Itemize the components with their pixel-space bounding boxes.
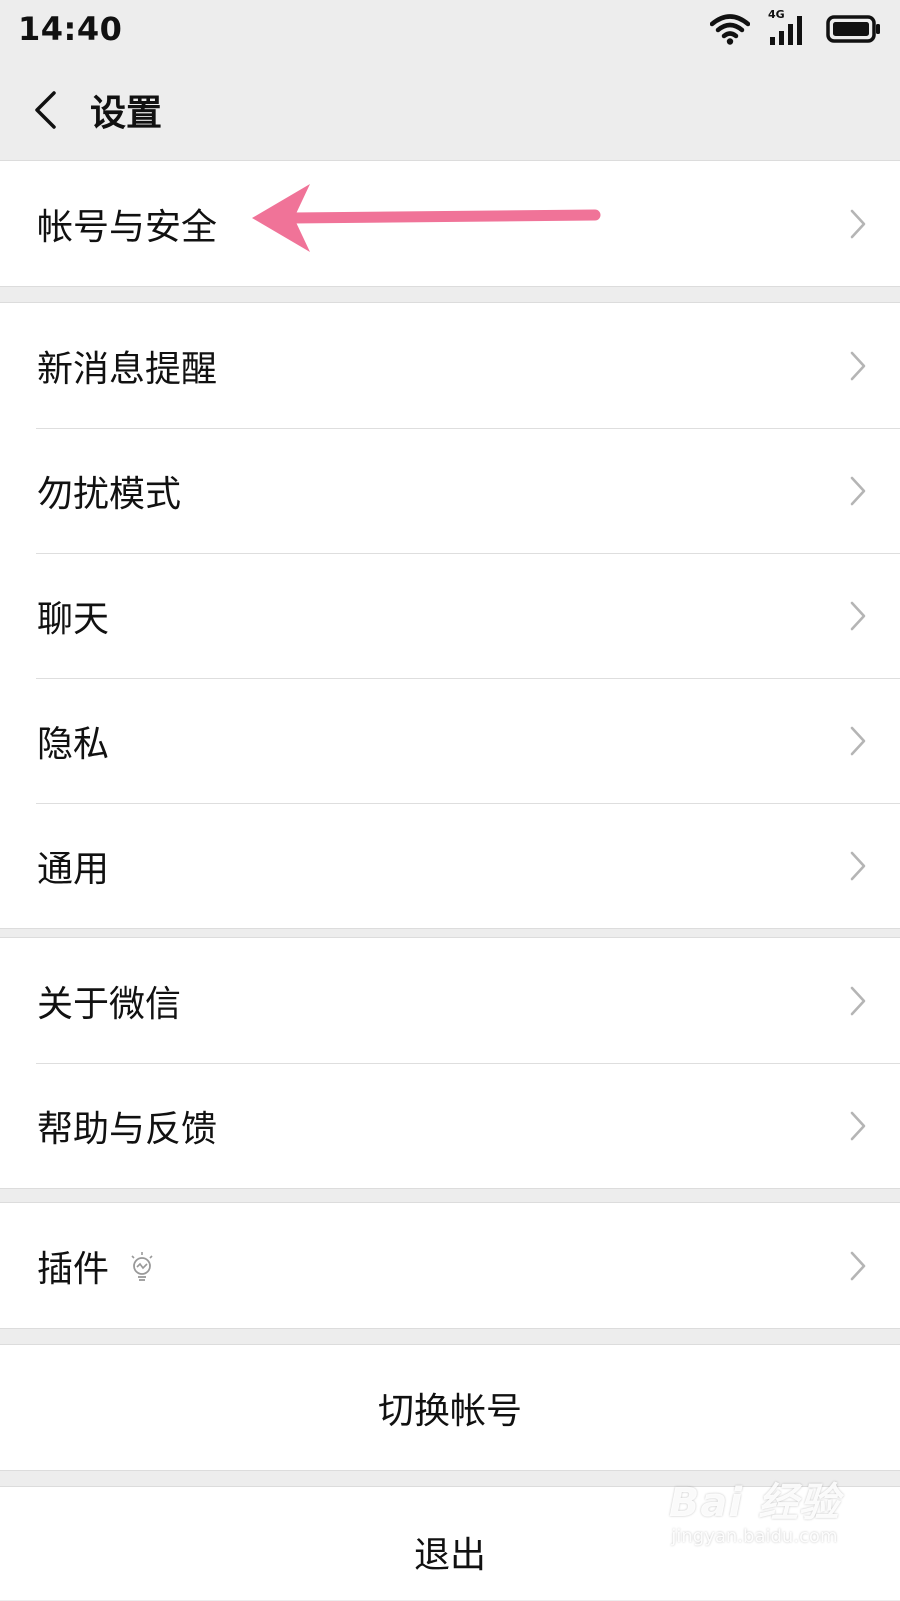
watermark-logo: Bai 经验 — [668, 1480, 840, 1526]
settings-group-plugins: 插件 — [0, 1202, 900, 1329]
menu-item-label: 通用 — [37, 848, 110, 890]
status-icons: 4G — [710, 8, 882, 46]
chevron-right-icon — [850, 726, 866, 755]
switch-account-label: 切换帐号 — [377, 1390, 522, 1432]
annotation-arrow-icon — [252, 184, 601, 252]
menu-item-label: 新消息提醒 — [37, 348, 218, 390]
logout-label: 退出 — [413, 1535, 486, 1576]
menu-item-chat[interactable]: 聊天 — [0, 553, 900, 678]
chevron-right-icon — [850, 209, 866, 238]
menu-item-about-wechat[interactable]: 关于微信 — [0, 938, 900, 1063]
chevron-right-icon — [850, 1251, 866, 1280]
wifi-icon — [710, 14, 750, 45]
baidu-watermark: Bai 经验 jingyan.baidu.com — [669, 1470, 840, 1547]
menu-item-help-feedback[interactable]: 帮助与反馈 — [0, 1063, 900, 1188]
status-time: 14:40 — [18, 10, 123, 48]
signal-icon: 4G — [768, 8, 808, 46]
menu-item-label: 勿扰模式 — [37, 473, 182, 515]
menu-item-label: 插件 — [37, 1248, 110, 1290]
settings-group-about: 关于微信 帮助与反馈 — [0, 937, 900, 1189]
page-title: 设置 — [90, 92, 163, 134]
chevron-left-icon — [35, 90, 56, 129]
battery-icon — [826, 15, 880, 43]
menu-item-privacy[interactable]: 隐私 — [0, 678, 900, 803]
watermark-url: jingyan.baidu.com — [671, 1526, 838, 1547]
switch-account-button[interactable]: 切换帐号 — [0, 1345, 900, 1470]
menu-item-label: 关于微信 — [37, 983, 182, 1025]
chevron-right-icon — [850, 601, 866, 630]
menu-item-plugins[interactable]: 插件 — [0, 1203, 900, 1328]
chevron-right-icon — [850, 851, 866, 880]
back-button[interactable] — [0, 58, 90, 162]
menu-item-label: 帐号与安全 — [37, 206, 218, 248]
lightbulb-icon — [129, 1251, 155, 1281]
chevron-right-icon — [850, 351, 866, 380]
menu-item-general[interactable]: 通用 — [0, 803, 900, 928]
status-bar: 14:40 4G — [0, 0, 900, 58]
menu-item-label: 聊天 — [37, 598, 110, 640]
switch-account-section: 切换帐号 — [0, 1344, 900, 1471]
menu-item-label: 隐私 — [37, 723, 110, 765]
chevron-right-icon — [850, 476, 866, 505]
chevron-right-icon — [850, 1111, 866, 1140]
menu-item-new-message-alert[interactable]: 新消息提醒 — [0, 303, 900, 428]
chevron-right-icon — [850, 986, 866, 1015]
nav-bar: 设置 — [0, 58, 900, 162]
settings-group-general: 新消息提醒 勿扰模式 聊天 隐私 通用 — [0, 302, 900, 929]
menu-item-do-not-disturb[interactable]: 勿扰模式 — [0, 428, 900, 553]
menu-item-label: 帮助与反馈 — [37, 1108, 218, 1150]
